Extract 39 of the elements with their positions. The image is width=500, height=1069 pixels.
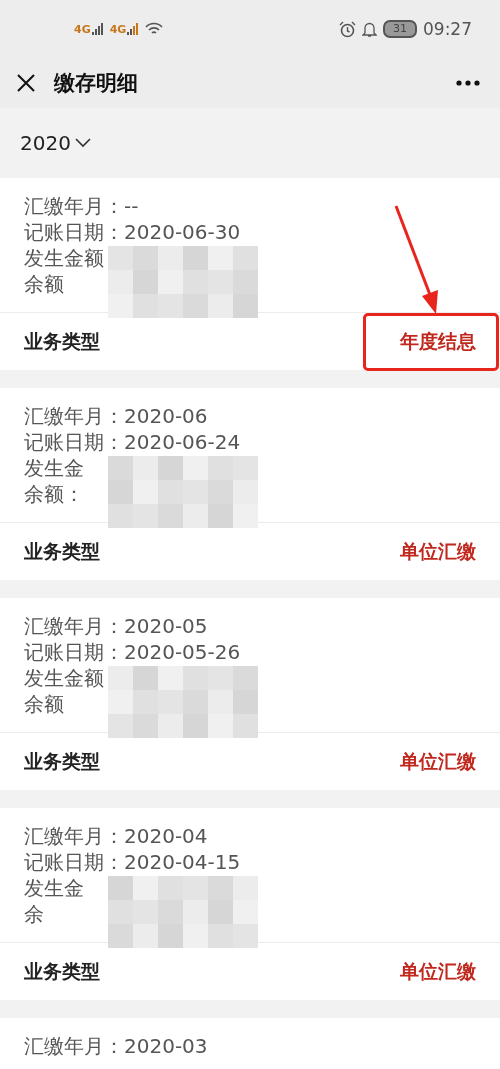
record-field: 发生金额	[24, 665, 476, 691]
close-icon[interactable]	[16, 73, 36, 93]
record-field: 余额	[24, 271, 476, 297]
record-field: 汇缴年月：2020-04	[24, 823, 476, 849]
record-field: 发生金	[24, 875, 476, 901]
highlighted-type-value: 年度结息	[366, 315, 496, 368]
record-field: 余	[24, 901, 476, 927]
type-value: 单位汇缴	[400, 538, 476, 564]
bell-icon	[362, 20, 377, 38]
network-label: 4G	[74, 24, 91, 35]
record-field: 余额	[24, 691, 476, 717]
chevron-down-icon	[74, 138, 91, 148]
type-label: 业务类型	[24, 748, 100, 774]
page-title: 缴存明细	[54, 70, 138, 97]
type-label: 业务类型	[24, 958, 100, 984]
signal-icon	[91, 23, 104, 35]
record-field: 发生金	[24, 455, 476, 481]
more-icon[interactable]	[456, 80, 480, 86]
record-field: 记账日期：2020-06-24	[24, 429, 476, 455]
wifi-icon	[145, 22, 164, 36]
record-field: 记账日期：2020-06-30	[24, 219, 476, 245]
network-label: 4G	[109, 24, 127, 35]
type-value: 单位汇缴	[400, 748, 476, 774]
record-field: 汇缴年月：2020-03	[24, 1033, 476, 1059]
record-field: 记账日期：2020-05-26	[24, 639, 476, 665]
type-label: 业务类型	[24, 538, 100, 564]
clock-time: 09:27	[423, 19, 472, 39]
record-field: 汇缴年月：2020-05	[24, 613, 476, 639]
signal-icon	[127, 23, 140, 35]
year-dropdown[interactable]: 2020	[20, 131, 91, 155]
type-value: 单位汇缴	[400, 958, 476, 984]
battery-level: 31	[383, 20, 417, 38]
alarm-icon	[339, 20, 356, 38]
type-label: 业务类型	[24, 328, 100, 354]
record-field: 记账日期：2020-04-15	[24, 849, 476, 875]
record-field: 发生金额	[24, 245, 476, 271]
record-field: 汇缴年月：2020-06	[24, 403, 476, 429]
record-field: 余额：	[24, 481, 476, 507]
record-field: 汇缴年月：--	[24, 193, 476, 219]
